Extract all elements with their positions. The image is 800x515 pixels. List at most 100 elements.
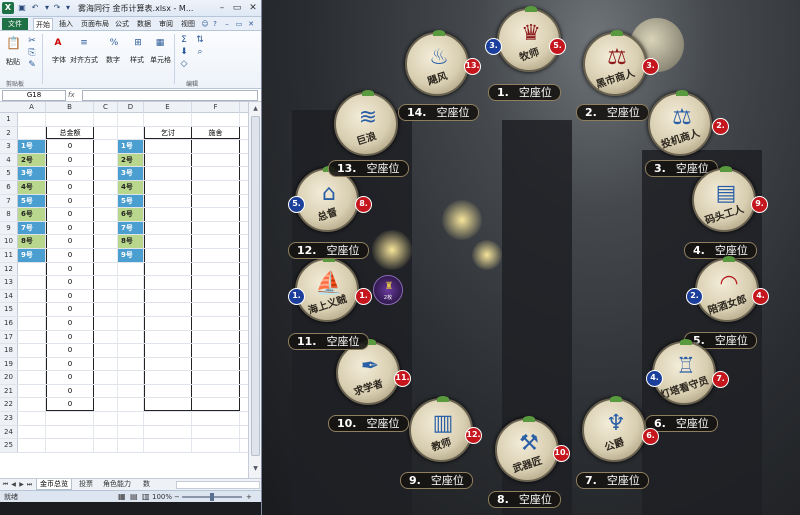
seat-3[interactable]: ⚖ 投机商人 (648, 90, 712, 156)
grid-cell[interactable] (46, 439, 94, 452)
grid-cell[interactable] (118, 289, 144, 303)
format-painter-icon[interactable]: ✎ (26, 59, 38, 71)
grid-cell[interactable] (18, 262, 46, 276)
row-header[interactable]: 21 (0, 384, 18, 398)
styles-button[interactable]: 样式 (130, 55, 144, 65)
grid-cell[interactable] (94, 113, 118, 126)
seat-9[interactable]: ▥ 教师 (409, 396, 473, 462)
grid-cell[interactable] (118, 276, 144, 289)
grid-cell[interactable] (94, 248, 118, 262)
player-label-d[interactable]: 9号 (118, 248, 144, 262)
tab-file[interactable]: 文件 (2, 18, 28, 30)
alms-cell[interactable] (192, 344, 240, 357)
grid-cell[interactable] (94, 384, 118, 398)
column-header-a[interactable]: A (18, 102, 46, 113)
grid-cell[interactable] (94, 276, 118, 289)
fx-icon[interactable]: fx (68, 90, 75, 101)
ribbon-close-icon[interactable]: ✕ (246, 19, 256, 29)
font-color-icon[interactable]: A (52, 37, 64, 49)
beg-cell[interactable] (144, 371, 192, 384)
number-button[interactable]: 数字 (106, 55, 120, 65)
cells-button[interactable]: 单元格 (150, 55, 171, 65)
row-header[interactable]: 17 (0, 330, 18, 344)
find-select-icon[interactable]: ⌕ (194, 46, 206, 58)
grid-cell[interactable] (118, 371, 144, 384)
alms-cell[interactable] (192, 384, 240, 398)
header-alms[interactable]: 施舍 (192, 126, 240, 140)
alms-cell[interactable] (192, 167, 240, 180)
grid-cell[interactable] (94, 167, 118, 180)
row-header[interactable]: 24 (0, 425, 18, 439)
grid-cell[interactable] (18, 316, 46, 330)
beg-cell[interactable] (144, 180, 192, 194)
first-sheet-icon[interactable]: ⏮ (2, 480, 9, 490)
redo-icon[interactable]: ↷ (52, 3, 62, 13)
row-header[interactable]: 5 (0, 167, 18, 180)
grid-cell[interactable] (144, 439, 192, 452)
alms-cell[interactable] (192, 316, 240, 330)
seat-plate[interactable]: 13. 空座位 (328, 160, 409, 177)
clear-icon[interactable]: ◇ (178, 58, 190, 70)
player-label-d[interactable]: 4号 (118, 180, 144, 194)
font-button[interactable]: 字体 (52, 55, 66, 65)
beg-cell[interactable] (144, 194, 192, 208)
tab-home[interactable]: 开始 (33, 18, 53, 30)
grid-cell[interactable] (94, 235, 118, 248)
total-cell[interactable]: 0 (46, 303, 94, 316)
sheet-tab-coins[interactable]: 金币总览 (36, 479, 72, 490)
total-cell[interactable]: 0 (46, 330, 94, 344)
beg-cell[interactable] (144, 221, 192, 235)
alms-cell[interactable] (192, 371, 240, 384)
player-label-a[interactable]: 4号 (18, 180, 46, 194)
grid-cell[interactable] (94, 425, 118, 439)
row-header[interactable]: 2 (0, 126, 18, 140)
alms-cell[interactable] (192, 398, 240, 412)
scroll-up-icon[interactable]: ▲ (251, 104, 260, 114)
total-cell[interactable]: 0 (46, 194, 94, 208)
total-cell[interactable]: 0 (46, 235, 94, 248)
beg-cell[interactable] (144, 140, 192, 153)
beg-cell[interactable] (144, 316, 192, 330)
grid-cell[interactable] (118, 357, 144, 371)
last-sheet-icon[interactable]: ⏭ (26, 480, 33, 490)
grid-cell[interactable] (118, 126, 144, 140)
grid-cell[interactable] (18, 344, 46, 357)
grid-cell[interactable] (118, 262, 144, 276)
paste-label[interactable]: 粘贴 (6, 57, 20, 67)
ribbon-restore-icon[interactable]: ▭ (234, 19, 244, 29)
column-header-f[interactable]: F (192, 102, 240, 113)
grid-cell[interactable] (144, 425, 192, 439)
alignment-button[interactable]: 对齐方式 (70, 55, 98, 65)
seat-14[interactable]: ♨ 飓风 (405, 30, 469, 96)
seat-10[interactable]: ✒ 求学者 (336, 339, 400, 405)
scroll-thumb[interactable] (251, 116, 260, 456)
grid-cell[interactable] (94, 180, 118, 194)
alms-cell[interactable] (192, 289, 240, 303)
total-cell[interactable]: 0 (46, 262, 94, 276)
header-beg[interactable]: 乞讨 (144, 126, 192, 140)
grid-cell[interactable] (18, 113, 46, 126)
grid-cell[interactable] (18, 126, 46, 140)
total-cell[interactable]: 0 (46, 398, 94, 412)
sort-filter-icon[interactable]: ⇅ (194, 34, 206, 46)
beg-cell[interactable] (144, 344, 192, 357)
grid-cell[interactable] (18, 330, 46, 344)
row-header[interactable]: 25 (0, 439, 18, 452)
alms-cell[interactable] (192, 357, 240, 371)
seat-plate[interactable]: 10. 空座位 (328, 415, 409, 432)
total-cell[interactable]: 0 (46, 276, 94, 289)
tab-view[interactable]: 视图 (179, 18, 197, 30)
undo-dropdown-icon[interactable]: ▾ (42, 3, 52, 13)
sheet-tab-abilities[interactable]: 角色能力 (100, 479, 134, 490)
row-header[interactable]: 19 (0, 357, 18, 371)
grid-cell[interactable] (94, 371, 118, 384)
row-header[interactable]: 22 (0, 398, 18, 412)
tab-formulas[interactable]: 公式 (113, 18, 131, 30)
seat-plate[interactable]: 1. 空座位 (488, 84, 561, 101)
player-label-a[interactable]: 1号 (18, 140, 46, 153)
seat-2[interactable]: ⚖ 黑市商人 (583, 30, 647, 96)
percent-icon[interactable]: % (108, 37, 120, 49)
alms-cell[interactable] (192, 194, 240, 208)
total-cell[interactable]: 0 (46, 208, 94, 221)
zoom-slider-knob[interactable] (210, 493, 214, 501)
